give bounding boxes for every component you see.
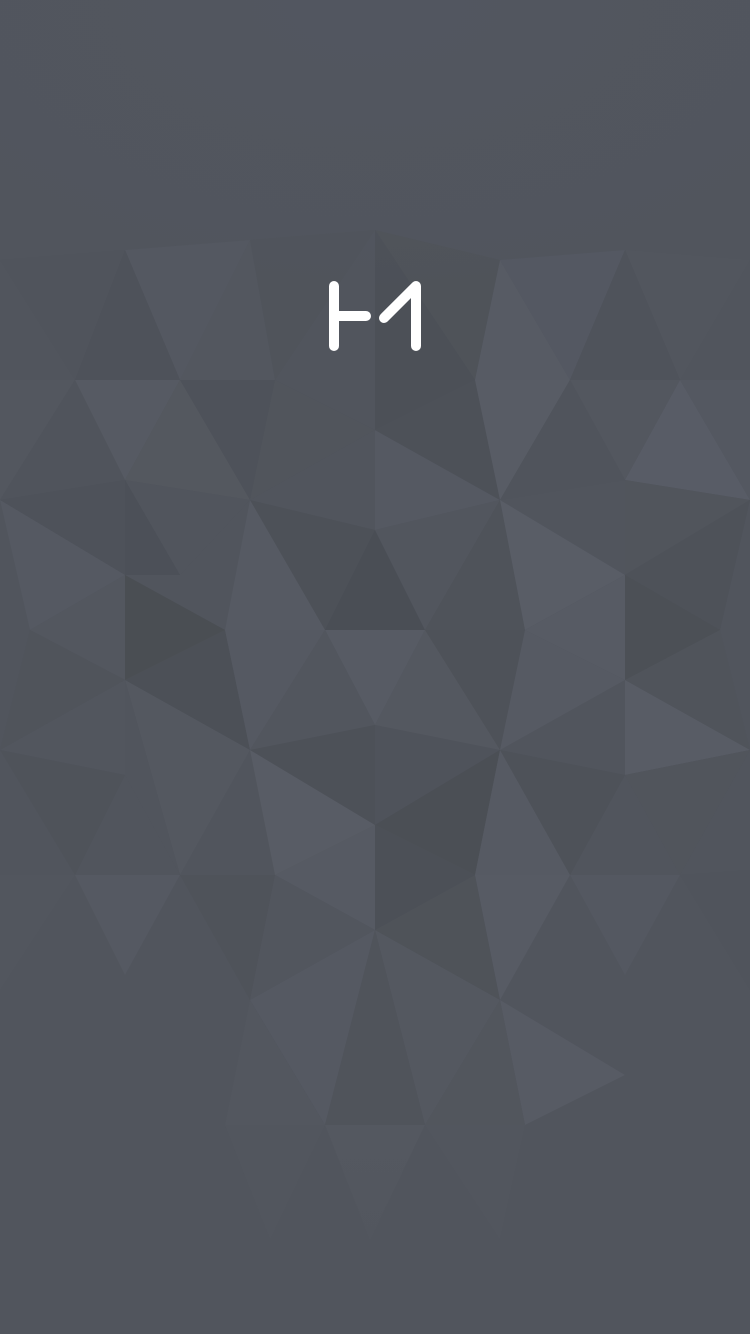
low-poly-background xyxy=(0,0,750,1334)
brand-logo xyxy=(324,276,426,356)
brand-logo-icon xyxy=(329,281,421,351)
splash-screen xyxy=(0,0,750,1334)
